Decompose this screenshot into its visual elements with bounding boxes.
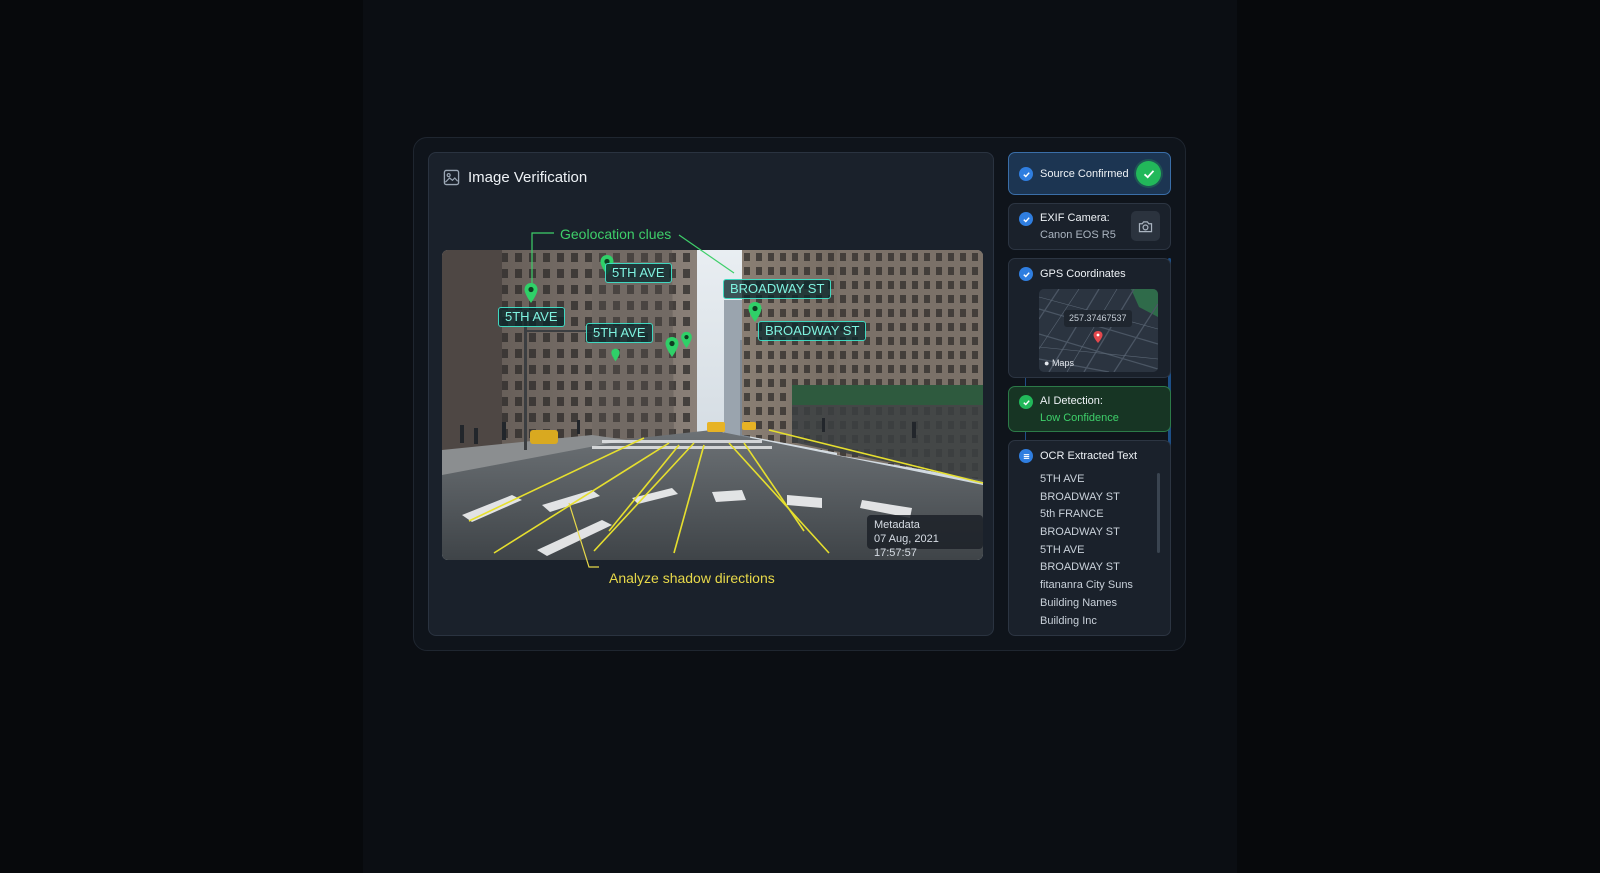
ocr-item: BROADWAY ST (1040, 561, 1120, 574)
geolocation-callout: Geolocation clues (560, 226, 672, 242)
ocr-item: Building Inc (1040, 614, 1097, 627)
ocr-item: BROADWAY ST (1040, 490, 1120, 503)
exif-camera-label: EXIF Camera: (1040, 212, 1110, 224)
confirmed-check-icon (1136, 161, 1161, 186)
ai-detection-card[interactable]: AI Detection: Low Confidence (1008, 386, 1171, 432)
geotag-broadway-st[interactable]: BROADWAY ST (758, 321, 867, 341)
ai-detection-value: Low Confidence (1040, 412, 1119, 424)
ocr-text-list: 5TH AVE BROADWAY ST 5th FRANCE BROADWAY … (1040, 471, 1158, 630)
image-icon (443, 169, 460, 185)
check-circle-icon (1019, 267, 1033, 281)
maps-brand-label: ● Maps (1044, 358, 1074, 368)
metadata-badge: Metadata 07 Aug, 2021 17:57:57 (867, 515, 983, 559)
camera-button[interactable] (1131, 211, 1160, 241)
map-pin-icon (611, 348, 620, 362)
gps-coordinates-card[interactable]: GPS Coordinates 257.37467537 ● Maps (1008, 258, 1171, 378)
ai-detection-label: AI Detection: (1040, 395, 1103, 407)
geotag-5th-ave[interactable]: 5TH AVE (605, 263, 672, 283)
source-confirmed-label: Source Confirmed (1040, 168, 1129, 180)
geotag-broadway-st[interactable]: BROADWAY ST (723, 279, 832, 299)
exif-camera-value: Canon EOS R5 (1040, 229, 1116, 241)
check-circle-icon (1019, 167, 1033, 181)
maps-brand-text: Maps (1051, 358, 1074, 368)
panel-title: Image Verification (468, 168, 588, 186)
ocr-item: 5TH AVE (1040, 473, 1085, 485)
geotag-5th-ave[interactable]: 5TH AVE (586, 323, 653, 343)
source-confirmed-card[interactable]: Source Confirmed (1008, 152, 1171, 195)
ocr-label: OCR Extracted Text (1040, 450, 1137, 462)
ocr-item: 5TH AVE (1040, 543, 1085, 556)
map-pin-icon (748, 302, 762, 322)
metadata-timestamp: 07 Aug, 2021 17:57:57 (874, 533, 939, 559)
gps-map[interactable]: 257.37467537 ● Maps (1039, 289, 1158, 372)
ocr-item: BROADWAY ST (1040, 526, 1120, 539)
map-pin-icon (524, 283, 538, 303)
ocr-scrollbar[interactable] (1157, 473, 1160, 553)
ocr-item: Building Names (1040, 596, 1118, 609)
metadata-label: Metadata (874, 519, 920, 531)
shadow-callout: Analyze shadow directions (609, 570, 775, 586)
ocr-item: 5th FRANCE (1040, 508, 1104, 521)
gps-coordinates-label: GPS Coordinates (1040, 268, 1126, 280)
check-circle-icon (1019, 212, 1033, 226)
camera-icon (1138, 220, 1153, 232)
exif-camera-card[interactable]: EXIF Camera: Canon EOS R5 (1008, 203, 1171, 250)
check-circle-icon (1019, 395, 1033, 409)
image-verification-panel: Image Verification Metadata 07 Aug, 2021… (428, 152, 994, 636)
map-pin-icon (681, 331, 692, 349)
ocr-extracted-text-card[interactable]: OCR Extracted Text 5TH AVE BROADWAY ST 5… (1008, 440, 1171, 636)
panel-header: Image Verification (443, 165, 587, 189)
text-lines-icon (1019, 449, 1033, 463)
map-pin-icon (665, 337, 679, 357)
geotag-5th-ave[interactable]: 5TH AVE (498, 307, 565, 327)
ocr-item: fitananra City Suns (1040, 579, 1133, 592)
map-coordinate-readout: 257.37467537 (1064, 310, 1132, 327)
